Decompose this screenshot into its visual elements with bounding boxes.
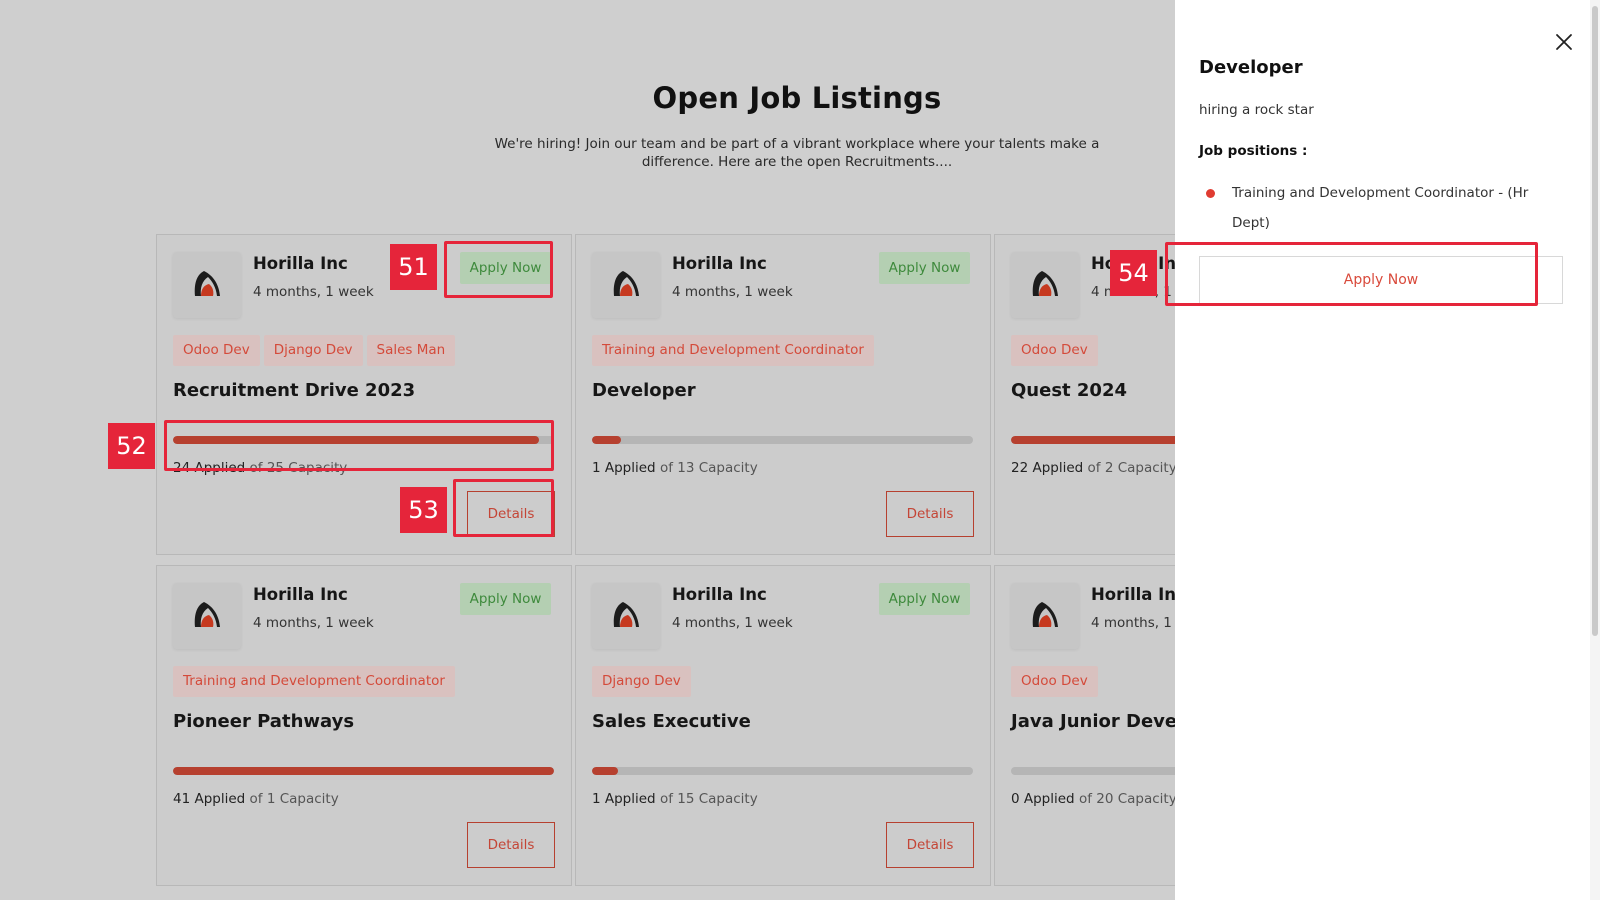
marker-54-box (1165, 242, 1538, 306)
company-logo (173, 252, 241, 318)
marker-54-label: 54 (1110, 250, 1157, 296)
job-position-item: Training and Development Coordinator - (… (1199, 178, 1559, 238)
job-tag: Training and Development Coordinator (592, 335, 874, 366)
job-position-label: Training and Development Coordinator - (… (1232, 185, 1529, 231)
capacity-text: of 13 Capacity (659, 460, 758, 476)
applied-count: 1 Applied of 13 Capacity (592, 460, 758, 476)
capacity-text: of 20 Capacity (1078, 791, 1177, 807)
details-button[interactable]: Details (886, 822, 974, 868)
job-tag: Django Dev (592, 666, 691, 697)
job-tags: Odoo Dev (1011, 666, 1098, 697)
job-tags: Training and Development Coordinator (592, 335, 874, 366)
capacity-progress-fill (173, 767, 554, 775)
company-name: Horilla Inc (253, 254, 348, 273)
capacity-progress-bar (592, 436, 973, 444)
marker-51-box (444, 241, 553, 298)
job-tag: Odoo Dev (1011, 666, 1098, 697)
applied-count: 0 Applied of 20 Capacity (1011, 791, 1177, 807)
company-logo (592, 583, 660, 649)
company-name: Horilla Inc (253, 585, 348, 604)
capacity-progress-fill (592, 436, 622, 444)
details-button[interactable]: Details (467, 822, 555, 868)
recruitment-title: Sales Executive (592, 711, 751, 732)
company-logo (173, 583, 241, 649)
apply-now-button[interactable]: Apply Now (879, 583, 970, 615)
scrollbar[interactable] (1590, 0, 1600, 900)
job-tags: Odoo Dev Django Dev Sales Man (173, 335, 456, 366)
company-logo (592, 252, 660, 318)
marker-52-label: 52 (108, 423, 155, 469)
job-tag: Sales Man (366, 335, 456, 366)
marker-52-box (164, 420, 554, 471)
job-card: Horilla Inc 4 months, 1 week Apply Now Djan… (575, 565, 991, 886)
applied-number: 0 Applied (1011, 791, 1075, 807)
page-title: Open Job Listings (652, 81, 942, 115)
capacity-progress-bar (592, 767, 973, 775)
job-card: Horilla Inc 4 months, 1 week Apply Now Trai… (156, 565, 572, 886)
capacity-text: of 2 Capacity (1087, 460, 1177, 476)
job-tags: Training and Development Coordinator (173, 666, 455, 697)
page-subtitle: We're hiring! Join our team and be part … (494, 136, 1100, 170)
drawer-title: Developer (1199, 57, 1303, 78)
recruitment-title: Pioneer Pathways (173, 711, 355, 732)
marker-53-label: 53 (400, 487, 447, 533)
job-positions-list: Training and Development Coordinator - (… (1199, 178, 1559, 238)
applied-number: 1 Applied (592, 791, 656, 807)
job-tag: Odoo Dev (173, 335, 260, 366)
company-name: Horilla Inc (672, 585, 767, 604)
posted-ago: 4 months, 1 week (253, 615, 374, 631)
job-tag: Training and Development Coordinator (173, 666, 455, 697)
company-name: Horilla Inc (672, 254, 767, 273)
capacity-text: of 15 Capacity (659, 791, 758, 807)
close-icon[interactable] (1552, 30, 1576, 54)
scrollbar-thumb[interactable] (1592, 6, 1598, 636)
applied-number: 22 Applied (1011, 460, 1084, 476)
applied-number: 1 Applied (592, 460, 656, 476)
capacity-text: of 1 Capacity (249, 791, 339, 807)
applied-count: 22 Applied of 2 Capacity (1011, 460, 1177, 476)
applied-number: 41 Applied (173, 791, 246, 807)
job-tags: Odoo Dev (1011, 335, 1098, 366)
apply-now-button[interactable]: Apply Now (879, 252, 970, 284)
marker-51-label: 51 (390, 244, 437, 290)
job-tags: Django Dev (592, 666, 691, 697)
posted-ago: 4 months, 1 week (672, 284, 793, 300)
posted-ago: 4 months, 1 week (253, 284, 374, 300)
job-detail-drawer: Developer hiring a rock star Job positio… (1175, 0, 1600, 900)
capacity-progress-fill (592, 767, 618, 775)
applied-count: 1 Applied of 15 Capacity (592, 791, 758, 807)
company-name: Horilla Inc (1091, 585, 1186, 604)
company-logo (1011, 583, 1079, 649)
capacity-progress-bar (173, 767, 554, 775)
apply-now-button[interactable]: Apply Now (460, 583, 551, 615)
posted-ago: 4 months, 1 week (672, 615, 793, 631)
job-positions-label: Job positions : (1199, 143, 1308, 159)
recruitment-title: Developer (592, 380, 696, 401)
applied-count: 41 Applied of 1 Capacity (173, 791, 339, 807)
job-tag: Django Dev (263, 335, 363, 366)
bullet-icon (1206, 189, 1215, 198)
drawer-description: hiring a rock star (1199, 102, 1314, 118)
job-card: Horilla Inc 4 months, 1 week Apply Now Trai… (575, 234, 991, 555)
marker-53-box (453, 479, 554, 537)
details-button[interactable]: Details (886, 491, 974, 537)
company-logo (1011, 252, 1079, 318)
recruitment-title: Recruitment Drive 2023 (173, 380, 416, 401)
job-tag: Odoo Dev (1011, 335, 1098, 366)
recruitment-title: Quest 2024 (1011, 380, 1128, 401)
